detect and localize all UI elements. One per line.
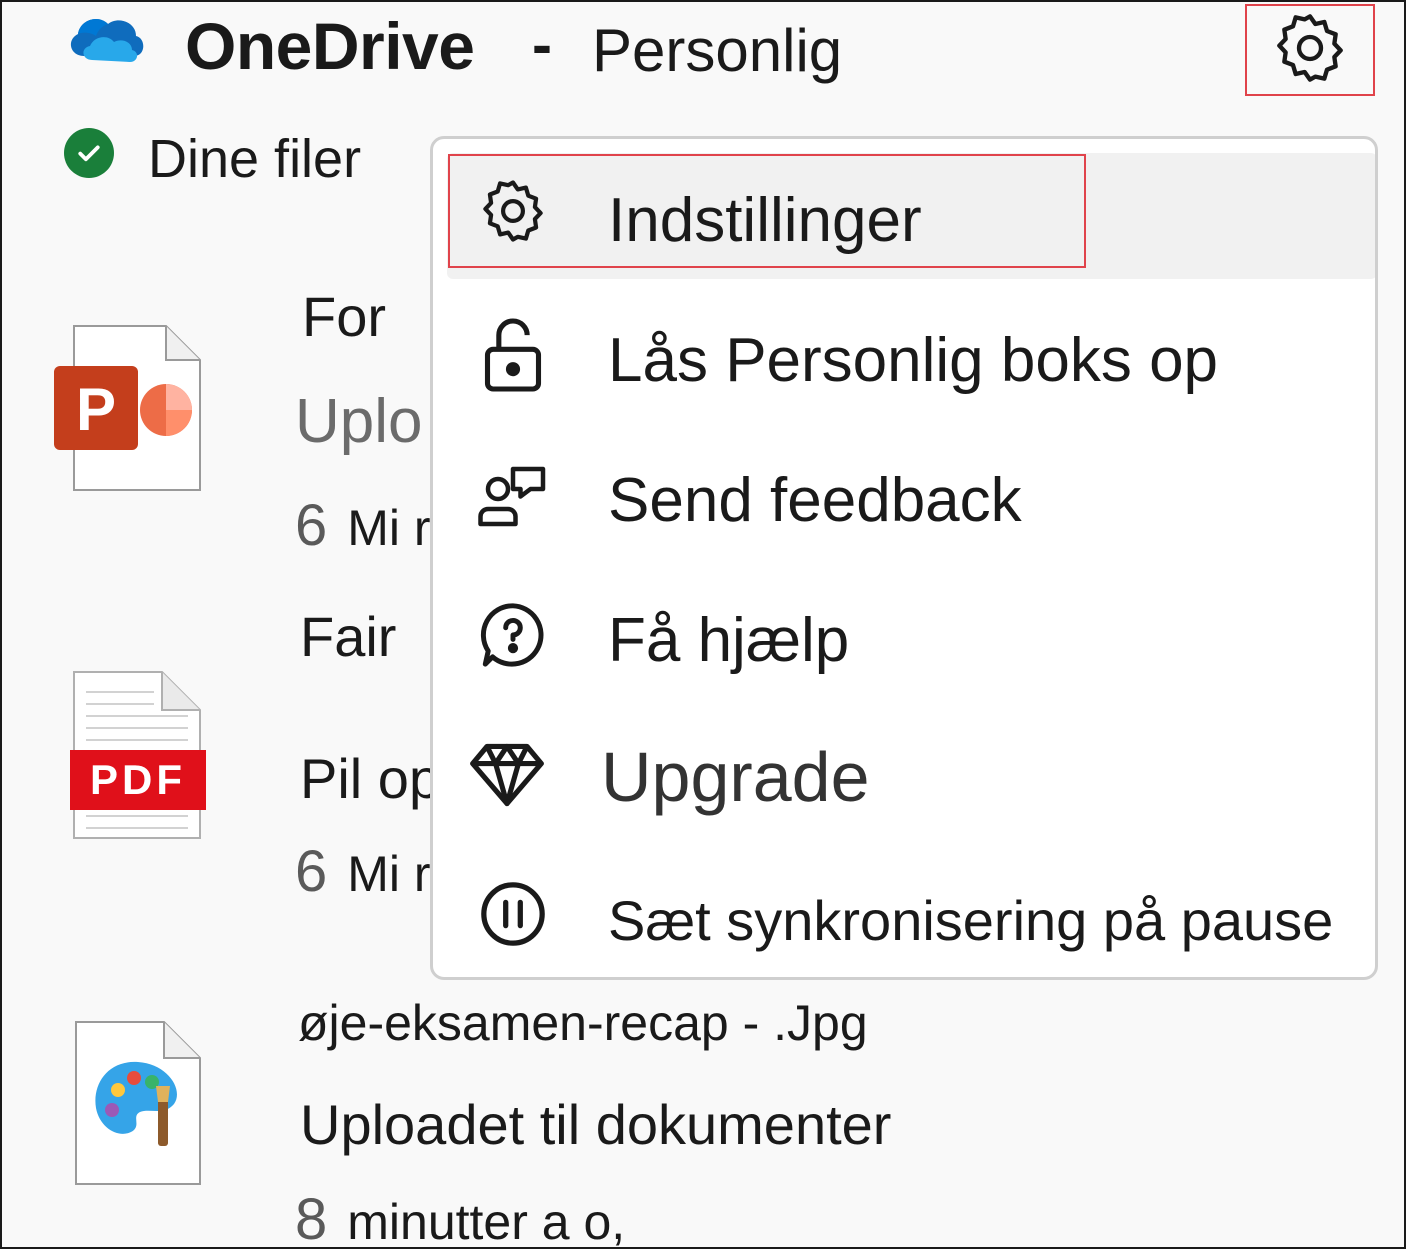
diamond-icon xyxy=(467,735,547,815)
unlock-icon xyxy=(473,315,553,395)
settings-menu: Indstillinger Lås Personlig boks op Send… xyxy=(430,136,1378,980)
menu-item-settings[interactable]: Indstillinger xyxy=(447,153,1375,279)
status-text: Dine filer xyxy=(148,129,362,189)
file-time-number: 6 xyxy=(295,493,328,558)
menu-item-upgrade[interactable]: Upgrade xyxy=(433,709,1375,849)
file-subtitle: Pil op xyxy=(300,747,441,810)
file-time-number: 8 xyxy=(295,1187,328,1249)
file-name[interactable]: øje-eksamen-recap - .Jpg xyxy=(298,994,868,1052)
app-title: OneDrive xyxy=(185,9,475,83)
menu-item-unlock-vault[interactable]: Lås Personlig boks op xyxy=(433,289,1375,429)
feedback-icon xyxy=(473,459,553,539)
file-time: 8 minutter a o, xyxy=(295,1186,626,1249)
check-circle-icon xyxy=(64,128,114,178)
file-time-unit: Mi r xyxy=(347,500,431,556)
onedrive-window: OneDrive - Personlig Dine filer P For Up… xyxy=(0,0,1406,1249)
menu-item-label: Lås Personlig boks op xyxy=(608,326,1219,395)
menu-item-pause-sync[interactable]: Sæt synkronisering på pause xyxy=(433,844,1375,977)
menu-item-label: Sæt synkronisering på pause xyxy=(608,889,1334,952)
settings-button[interactable] xyxy=(1245,4,1375,96)
powerpoint-file-icon[interactable]: P xyxy=(54,324,204,499)
pdf-badge: PDF xyxy=(90,756,186,803)
file-subtitle: Uploadet til dokumenter xyxy=(300,1093,892,1156)
title-separator: - xyxy=(532,11,552,78)
file-time-number: 6 xyxy=(295,839,328,904)
menu-item-get-help[interactable]: Få hjælp xyxy=(433,569,1375,709)
file-time: 6 Mi r xyxy=(295,838,431,905)
pdf-file-icon[interactable]: PDF xyxy=(70,670,206,845)
file-time-unit: Mi r xyxy=(347,846,431,902)
onedrive-cloud-icon xyxy=(62,10,148,68)
menu-item-send-feedback[interactable]: Send feedback xyxy=(433,429,1375,569)
image-file-icon[interactable] xyxy=(74,1020,204,1195)
pause-icon xyxy=(473,874,553,954)
file-time: 6 Mi r xyxy=(295,492,431,559)
svg-text:P: P xyxy=(76,376,116,443)
gear-icon xyxy=(473,171,553,251)
menu-item-label: Få hjælp xyxy=(608,606,850,675)
file-subtitle: Uplo xyxy=(295,387,423,456)
file-name[interactable]: For xyxy=(302,284,386,349)
file-time-unit: minutter a o, xyxy=(347,1194,626,1249)
menu-item-label: Indstillinger xyxy=(608,186,922,255)
menu-item-label: Send feedback xyxy=(608,466,1022,535)
file-name[interactable]: Fair xyxy=(300,604,396,669)
menu-item-label: Upgrade xyxy=(601,738,870,816)
help-icon xyxy=(473,595,553,675)
account-type: Personlig xyxy=(592,17,843,84)
gear-icon xyxy=(1270,8,1350,93)
